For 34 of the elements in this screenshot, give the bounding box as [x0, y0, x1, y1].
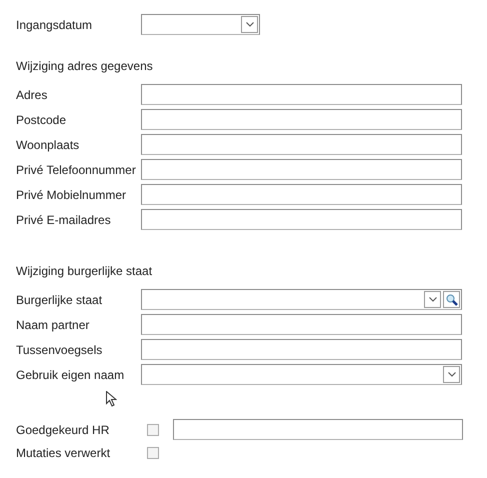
field-label: Ingangsdatum	[16, 18, 94, 32]
section-heading: Wijziging burgerlijke staat	[16, 263, 154, 280]
field-label: Burgerlijke staat	[16, 292, 104, 306]
input-field[interactable]	[141, 109, 462, 130]
dropdown-field[interactable]	[141, 14, 260, 35]
chevron-icon[interactable]	[241, 16, 258, 33]
field-label: Goedgekeurd HR	[16, 422, 110, 436]
input-field[interactable]	[141, 134, 462, 155]
field-label: Postcode	[16, 112, 68, 126]
checkbox[interactable]	[147, 446, 159, 458]
chevron-icon[interactable]	[443, 366, 460, 383]
field-label: Privé Mobielnummer	[16, 188, 128, 202]
input-field[interactable]	[141, 184, 462, 205]
input-field[interactable]	[141, 84, 462, 105]
field-label: Mutaties verwerkt	[16, 446, 112, 460]
dropdown-field[interactable]	[141, 364, 462, 385]
chevron-icon[interactable]	[424, 291, 441, 308]
field-label: Gebruik eigen naam	[16, 368, 126, 382]
input-field[interactable]	[173, 419, 463, 440]
field-label: Privé Telefoonnummer	[16, 162, 137, 176]
dropdown-field[interactable]	[141, 289, 462, 310]
input-field[interactable]	[141, 314, 462, 335]
section-heading: Wijziging adres gegevens	[16, 58, 154, 75]
search-icon[interactable]	[443, 291, 460, 308]
field-label: Naam partner	[16, 318, 90, 332]
field-label: Adres	[16, 88, 48, 102]
cursor-icon	[106, 391, 117, 407]
field-label: Privé E-mailadres	[16, 212, 112, 226]
input-field[interactable]	[141, 209, 462, 230]
input-field[interactable]	[141, 339, 462, 360]
field-label: Tussenvoegsels	[16, 342, 104, 356]
checkbox[interactable]	[147, 424, 159, 436]
field-label: Woonplaats	[16, 138, 80, 152]
input-field[interactable]	[141, 159, 462, 180]
